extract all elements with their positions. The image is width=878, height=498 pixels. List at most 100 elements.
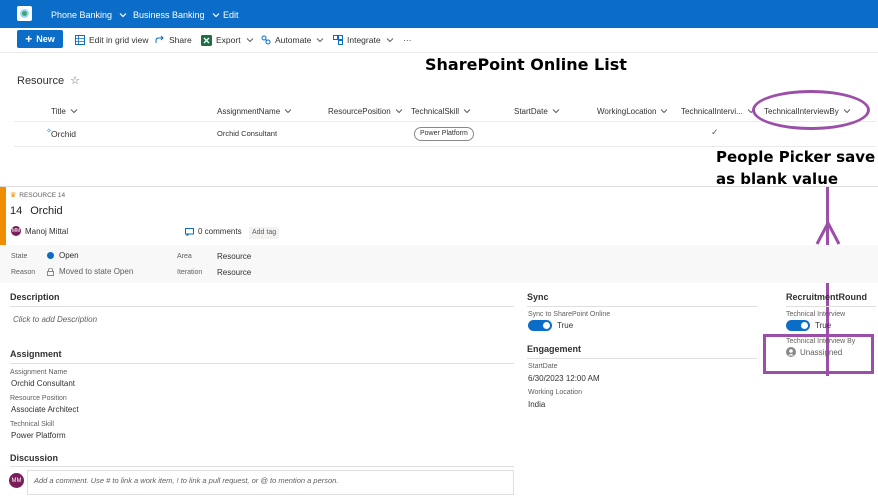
chevron-down-icon bbox=[395, 109, 403, 114]
annotation-box bbox=[763, 334, 874, 374]
reason-value: Moved to state Open bbox=[59, 267, 134, 276]
iteration-value[interactable]: Resource bbox=[217, 268, 251, 277]
column-header-title[interactable]: Title bbox=[51, 106, 79, 116]
arrow-up-icon bbox=[815, 220, 841, 245]
edit-grid-label: Edit in grid view bbox=[89, 35, 149, 45]
column-label: ResourcePosition bbox=[328, 106, 391, 116]
divider bbox=[10, 466, 514, 467]
technical-interview-toggle[interactable]: True bbox=[786, 320, 831, 331]
avatar: MM bbox=[9, 473, 24, 488]
cell-title[interactable]: Orchid bbox=[51, 129, 76, 139]
assignee-picker[interactable]: MM Manoj Mittal bbox=[11, 226, 68, 236]
annotation-note: People Picker save as blank value bbox=[716, 148, 876, 188]
area-label: Area bbox=[177, 253, 192, 260]
excel-icon bbox=[201, 34, 212, 46]
export-button[interactable]: Export bbox=[201, 33, 255, 47]
assignee-name: Manoj Mittal bbox=[25, 226, 69, 236]
recruitment-round-header: RecruitmentRound bbox=[786, 292, 867, 302]
start-date-field[interactable]: 6/30/2023 12:00 AM bbox=[528, 374, 600, 383]
nav-business-banking[interactable]: Business Banking bbox=[133, 8, 221, 22]
engagement-header: Engagement bbox=[527, 344, 582, 354]
chevron-down-icon bbox=[246, 38, 253, 43]
divider bbox=[786, 306, 876, 307]
technical-skill-label: Technical Skill bbox=[10, 421, 54, 428]
column-header-startdate[interactable]: StartDate bbox=[514, 106, 561, 116]
work-item-type-label: RESOURCE 14 bbox=[19, 191, 66, 199]
technical-interview-value: True bbox=[815, 321, 832, 330]
comments-link[interactable]: 0 comments bbox=[185, 227, 242, 236]
column-header-resourceposition[interactable]: ResourcePosition bbox=[328, 106, 404, 116]
sync-header: Sync bbox=[527, 292, 549, 302]
sync-value: True bbox=[557, 321, 574, 330]
comment-icon bbox=[185, 227, 194, 236]
divider bbox=[10, 306, 514, 307]
integrate-button[interactable]: Integrate bbox=[333, 33, 395, 47]
assignment-name-field[interactable]: Orchid Consultant bbox=[11, 379, 75, 388]
comments-count: 0 comments bbox=[198, 227, 242, 236]
suite-bar: Phone Banking Business Banking Edit bbox=[0, 0, 878, 28]
divider bbox=[10, 363, 514, 364]
column-header-workinglocation[interactable]: WorkingLocation bbox=[597, 106, 669, 116]
cell-assignment-name: Orchid Consultant bbox=[217, 129, 278, 138]
sync-toggle[interactable]: True bbox=[528, 320, 573, 331]
column-label: Title bbox=[51, 106, 66, 116]
grid-icon bbox=[75, 35, 85, 45]
reason-label: Reason bbox=[11, 269, 36, 276]
reason-field: Moved to state Open bbox=[47, 267, 133, 276]
nav-label: Business Banking bbox=[133, 10, 205, 20]
divider bbox=[14, 121, 876, 122]
toggle-switch bbox=[528, 320, 552, 331]
chevron-down-icon bbox=[463, 109, 471, 114]
work-item-title[interactable]: 14 Orchid bbox=[10, 205, 63, 217]
sync-label: Sync to SharePoint Online bbox=[528, 311, 611, 318]
state-field[interactable]: Open bbox=[47, 251, 79, 260]
nav-edit[interactable]: Edit bbox=[223, 8, 239, 22]
edit-grid-button[interactable]: Edit in grid view bbox=[75, 33, 149, 47]
toggle-switch bbox=[786, 320, 810, 331]
column-label: WorkingLocation bbox=[597, 106, 657, 116]
share-icon bbox=[155, 35, 164, 43]
chevron-down-icon bbox=[212, 13, 219, 18]
description-field[interactable]: Click to add Description bbox=[13, 315, 97, 324]
integrate-icon bbox=[333, 35, 343, 45]
work-item-type: ♛ RESOURCE 14 bbox=[10, 191, 66, 200]
share-label: Share bbox=[169, 35, 192, 45]
share-button[interactable]: Share bbox=[155, 33, 192, 47]
chevron-down-icon bbox=[317, 38, 324, 43]
more-options-button[interactable]: ··· bbox=[403, 33, 412, 47]
star-icon[interactable]: ☆ bbox=[70, 74, 80, 87]
export-label: Export bbox=[216, 35, 241, 45]
add-tag-button[interactable]: Add tag bbox=[249, 227, 280, 239]
site-logo-icon[interactable] bbox=[17, 6, 32, 21]
column-label: TechnicalSkill bbox=[411, 106, 460, 116]
list-title: Resource ☆ bbox=[17, 74, 80, 88]
divider bbox=[0, 186, 878, 187]
state-value: Open bbox=[59, 251, 79, 260]
assignment-name-label: Assignment Name bbox=[10, 369, 68, 376]
column-header-assignmentname[interactable]: AssignmentName bbox=[217, 106, 293, 116]
automate-icon bbox=[261, 35, 271, 45]
chevron-down-icon bbox=[386, 38, 393, 43]
comment-placeholder: Add a comment. Use # to link a work item… bbox=[34, 476, 339, 485]
area-value[interactable]: Resource bbox=[217, 252, 251, 261]
working-location-field[interactable]: India bbox=[528, 400, 545, 409]
annotation-ellipse bbox=[752, 90, 870, 130]
nav-phone-banking[interactable]: Phone Banking bbox=[51, 8, 128, 22]
automate-label: Automate bbox=[275, 35, 312, 45]
chevron-down-icon bbox=[284, 109, 292, 114]
work-item-id: 14 bbox=[10, 205, 23, 217]
column-header-technicalinterview[interactable]: TechnicalIntervi... bbox=[681, 106, 756, 116]
column-label: TechnicalIntervi... bbox=[681, 106, 743, 116]
chevron-down-icon bbox=[661, 109, 668, 114]
technical-skill-field[interactable]: Power Platform bbox=[11, 431, 66, 440]
trophy-icon: ♛ bbox=[10, 192, 17, 199]
chevron-down-icon bbox=[119, 13, 127, 18]
resource-position-field[interactable]: Associate Architect bbox=[11, 405, 79, 414]
new-label: New bbox=[36, 34, 55, 44]
new-button[interactable]: + New bbox=[17, 30, 63, 48]
nav-label: Phone Banking bbox=[51, 10, 113, 20]
column-header-technicalskill[interactable]: TechnicalSkill bbox=[411, 106, 472, 116]
checkmark-icon: ✓ bbox=[711, 127, 719, 137]
comment-input[interactable]: Add a comment. Use # to link a work item… bbox=[27, 470, 514, 495]
automate-button[interactable]: Automate bbox=[261, 33, 325, 47]
